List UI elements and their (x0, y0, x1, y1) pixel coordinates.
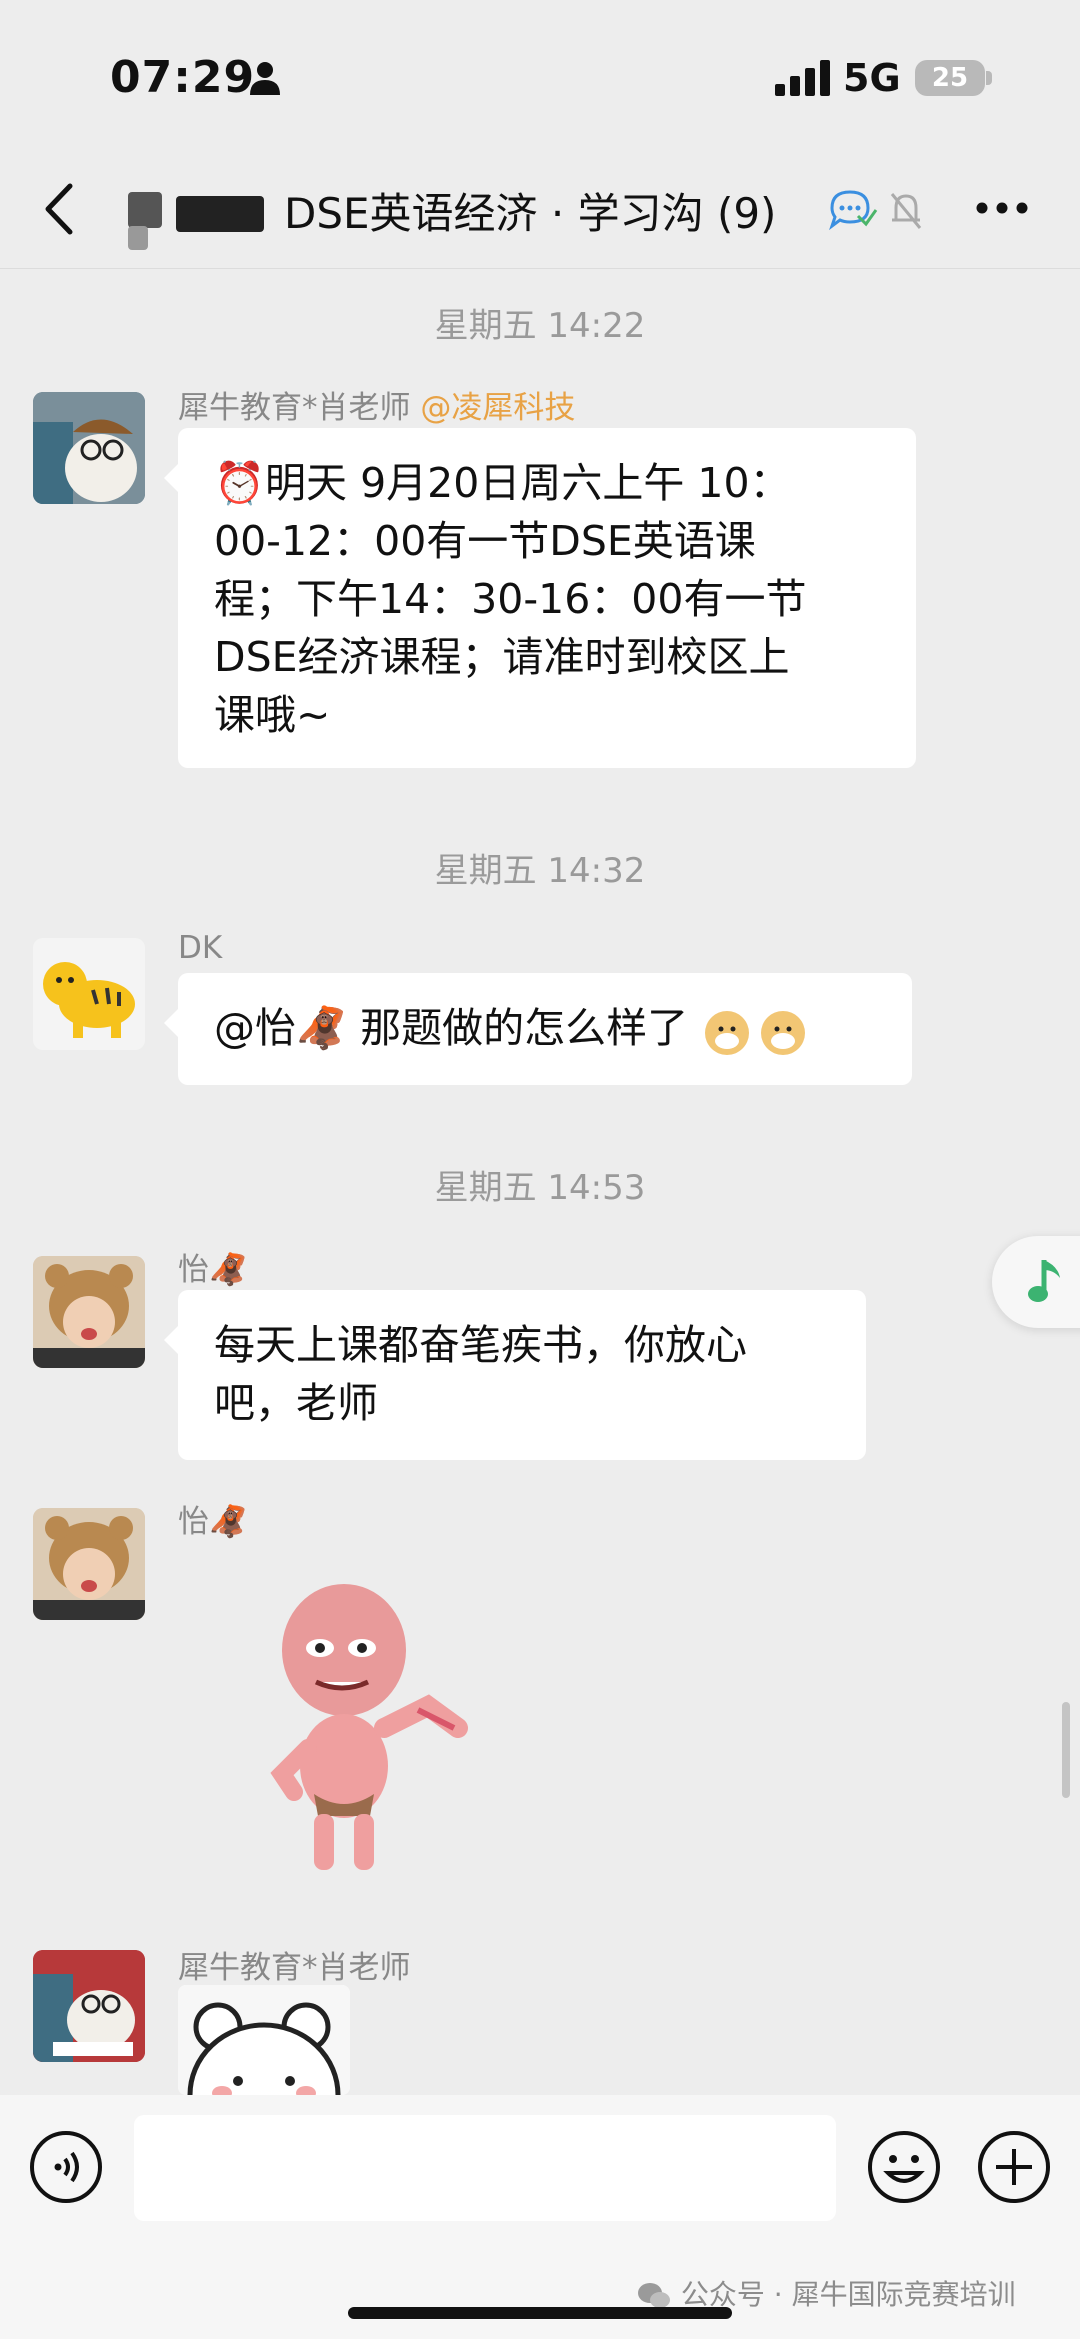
emoji-icon[interactable] (866, 2129, 942, 2205)
bear-hat-avatar-icon (33, 1508, 145, 1620)
sender-mention[interactable]: @凌犀科技 (420, 390, 575, 426)
redacted-block (128, 192, 162, 228)
music-float-button[interactable] (992, 1236, 1080, 1328)
avatar[interactable] (33, 1508, 145, 1620)
chat-header: DSE英语经济 · 学习沟 (9) (0, 150, 1080, 269)
message-bubble[interactable]: ⏰明天 9月20日周六上午 10： 00-12：00有一节DSE英语课 程；下午… (164, 428, 916, 768)
message-line: DSE经济课程；请准时到校区上 (214, 633, 790, 681)
plus-icon[interactable] (976, 2129, 1052, 2205)
white-bear-icon (178, 1985, 350, 2095)
chat-title[interactable]: DSE英语经济 · 学习沟 (9) (284, 180, 776, 241)
battery-icon: 25 (915, 60, 985, 96)
signal-icon (775, 60, 830, 96)
white-bear-sticker[interactable] (178, 1985, 350, 2095)
message-line: 每天上课都奋笔疾书，你放心 (214, 1321, 747, 1369)
message-input[interactable] (134, 2115, 836, 2221)
tiger-avatar-icon (33, 938, 145, 1050)
sender-label: 犀牛教育*肖老师 (178, 390, 411, 426)
status-bar: 07:29 5G 25 (0, 0, 1080, 150)
sender-name: 犀牛教育*肖老师 (178, 1950, 411, 1986)
avatar-teacher-icon (33, 1950, 145, 2062)
redacted-block (176, 196, 264, 232)
back-icon[interactable] (40, 182, 80, 236)
status-time: 07:29 (110, 52, 256, 103)
message-line: 00-12：00有一节DSE英语课 (214, 517, 756, 565)
doge-emoji-icon (705, 1011, 806, 1055)
avatar[interactable] (33, 1950, 145, 2062)
redacted-block (128, 226, 148, 250)
battery-cap (986, 71, 992, 85)
pink-baby-sticker[interactable] (258, 1578, 478, 1878)
bear-hat-avatar-icon (33, 1256, 145, 1368)
network-type: 5G (843, 56, 901, 100)
avatar[interactable] (33, 938, 145, 1050)
time-separator: 星期五 14:32 (434, 851, 646, 891)
home-indicator[interactable] (348, 2307, 732, 2319)
scrollbar[interactable] (1062, 1702, 1070, 1798)
avatar-teacher-icon (33, 392, 145, 504)
avatar[interactable] (33, 392, 145, 504)
music-note-icon (1028, 1260, 1060, 1302)
voice-input-icon[interactable] (28, 2129, 104, 2205)
message-line: 课哦~ (214, 691, 331, 739)
time-separator: 星期五 14:22 (434, 306, 646, 346)
watermark-text: 公众号 · 犀牛国际竞赛培训 (680, 2278, 1016, 2311)
message-bubble[interactable]: 每天上课都奋笔疾书，你放心 吧，老师 (164, 1290, 866, 1460)
message-text: @怡🦧 那题做的怎么样了 (214, 1004, 689, 1052)
chat-mute-icons (829, 190, 922, 231)
avatar[interactable] (33, 1256, 145, 1368)
message-bubble[interactable]: @怡🦧 那题做的怎么样了 (164, 973, 912, 1085)
time-separator: 星期五 14:53 (434, 1168, 646, 1208)
sender-name: 犀牛教育*肖老师 @凌犀科技 (178, 382, 575, 427)
message-line: 吧，老师 (214, 1379, 378, 1427)
message-line: 程；下午14：30-16：00有一节 (214, 575, 807, 623)
sender-name: 怡🦧 (178, 1504, 248, 1540)
message-line: ⏰明天 9月20日周六上午 10： (214, 459, 791, 507)
person-icon (250, 62, 280, 95)
more-icon[interactable] (975, 196, 1029, 220)
input-bar: 公众号 · 犀牛国际竞赛培训 (0, 2095, 1080, 2339)
sender-name: DK (178, 930, 223, 966)
sender-name: 怡🦧 (178, 1252, 248, 1288)
